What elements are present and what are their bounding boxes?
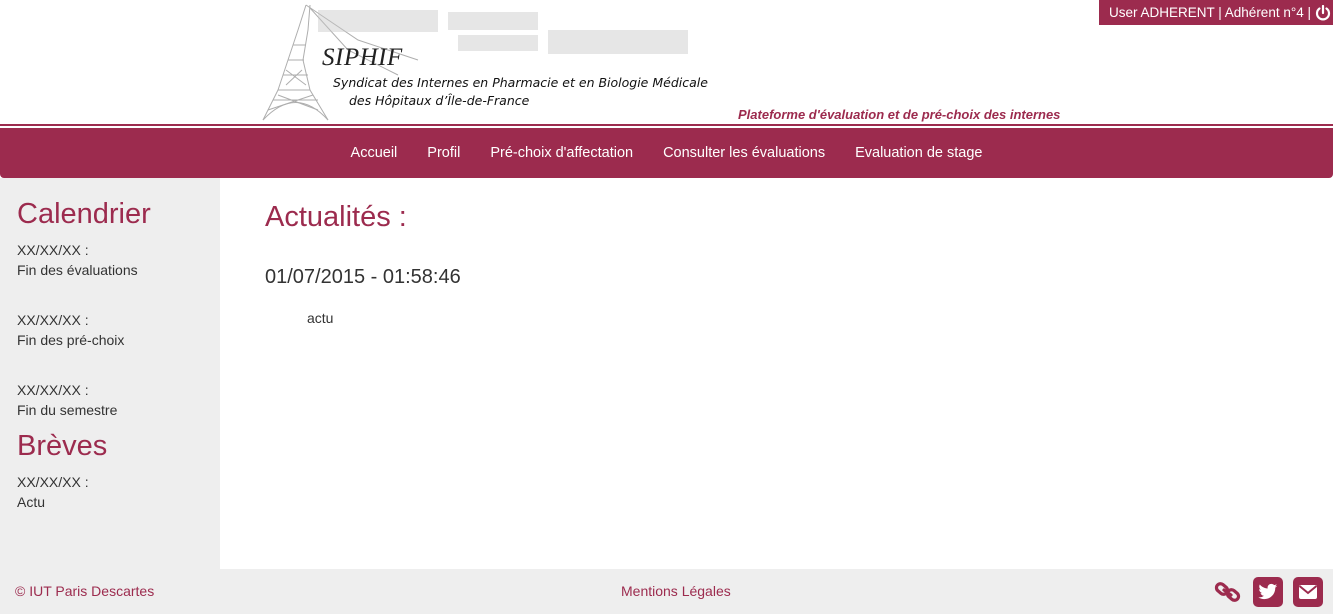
breve-entry-date: XX/XX/XX : (17, 474, 89, 490)
calendar-heading: Calendrier (17, 198, 151, 230)
user-label: User ADHERENT | Adhérent n°4 | (1109, 5, 1311, 20)
breve-entry-text: Actu (17, 494, 46, 510)
news-item: 01/07/2015 - 01:58:46 actu (265, 264, 1288, 326)
nav-item-consulter-evaluations[interactable]: Consulter les évaluations (648, 145, 840, 161)
nav-item-profil[interactable]: Profil (412, 145, 475, 161)
link-icon[interactable] (1213, 577, 1243, 607)
logo-subtitle-line1: Syndicat des Internes en Pharmacie et en… (333, 75, 708, 90)
news-date: 01/07/2015 - 01:58:46 (265, 266, 461, 288)
news-body: actu (307, 310, 334, 326)
nav-item-pre-choix[interactable]: Pré-choix d'affectation (475, 145, 648, 161)
calendar-entry: XX/XX/XX : Fin des évaluations (17, 240, 203, 280)
twitter-icon[interactable] (1253, 577, 1283, 607)
calendar-entry-text: Fin des évaluations (17, 262, 138, 278)
calendar-entry-date: XX/XX/XX : (17, 242, 89, 258)
calendar-entry-text: Fin des pré-choix (17, 332, 125, 348)
copyright-text: © IUT Paris Descartes (15, 583, 155, 599)
calendar-entry: XX/XX/XX : Fin des pré-choix (17, 310, 203, 350)
envelope-icon[interactable] (1293, 577, 1323, 607)
main-content: Actualités : 01/07/2015 - 01:58:46 actu (220, 178, 1333, 569)
page-title: Actualités : (265, 201, 407, 233)
calendar-entry: XX/XX/XX : Fin du semestre (17, 380, 203, 420)
platform-tagline: Plateforme d'évaluation et de pré-choix … (738, 107, 1061, 122)
page-footer: © IUT Paris Descartes Mentions Légales (0, 569, 1333, 614)
calendar-entry-date: XX/XX/XX : (17, 312, 89, 328)
nav-item-evaluation-stage[interactable]: Evaluation de stage (840, 145, 997, 161)
user-badge: User ADHERENT | Adhérent n°4 | (1099, 0, 1333, 25)
header-divider (0, 124, 1333, 126)
power-icon[interactable] (1315, 4, 1331, 21)
breve-entry: XX/XX/XX : Actu (17, 472, 203, 512)
nav-item-accueil[interactable]: Accueil (336, 145, 413, 161)
calendar-entry-date: XX/XX/XX : (17, 382, 89, 398)
page-header: SIPHIF Syndicat des Internes en Pharmaci… (0, 0, 1333, 128)
calendar-entry-text: Fin du semestre (17, 402, 118, 418)
sidebar: Calendrier XX/XX/XX : Fin des évaluation… (0, 178, 220, 569)
legal-notice-link[interactable]: Mentions Légales (621, 583, 731, 599)
social-links (1213, 577, 1323, 607)
main-navbar: Accueil Profil Pré-choix d'affectation C… (0, 128, 1333, 178)
logo-title: SIPHIF (322, 44, 403, 71)
logo-subtitle-line2: des Hôpitaux d’Île-de-France (349, 93, 530, 108)
breves-heading: Brèves (17, 430, 108, 462)
